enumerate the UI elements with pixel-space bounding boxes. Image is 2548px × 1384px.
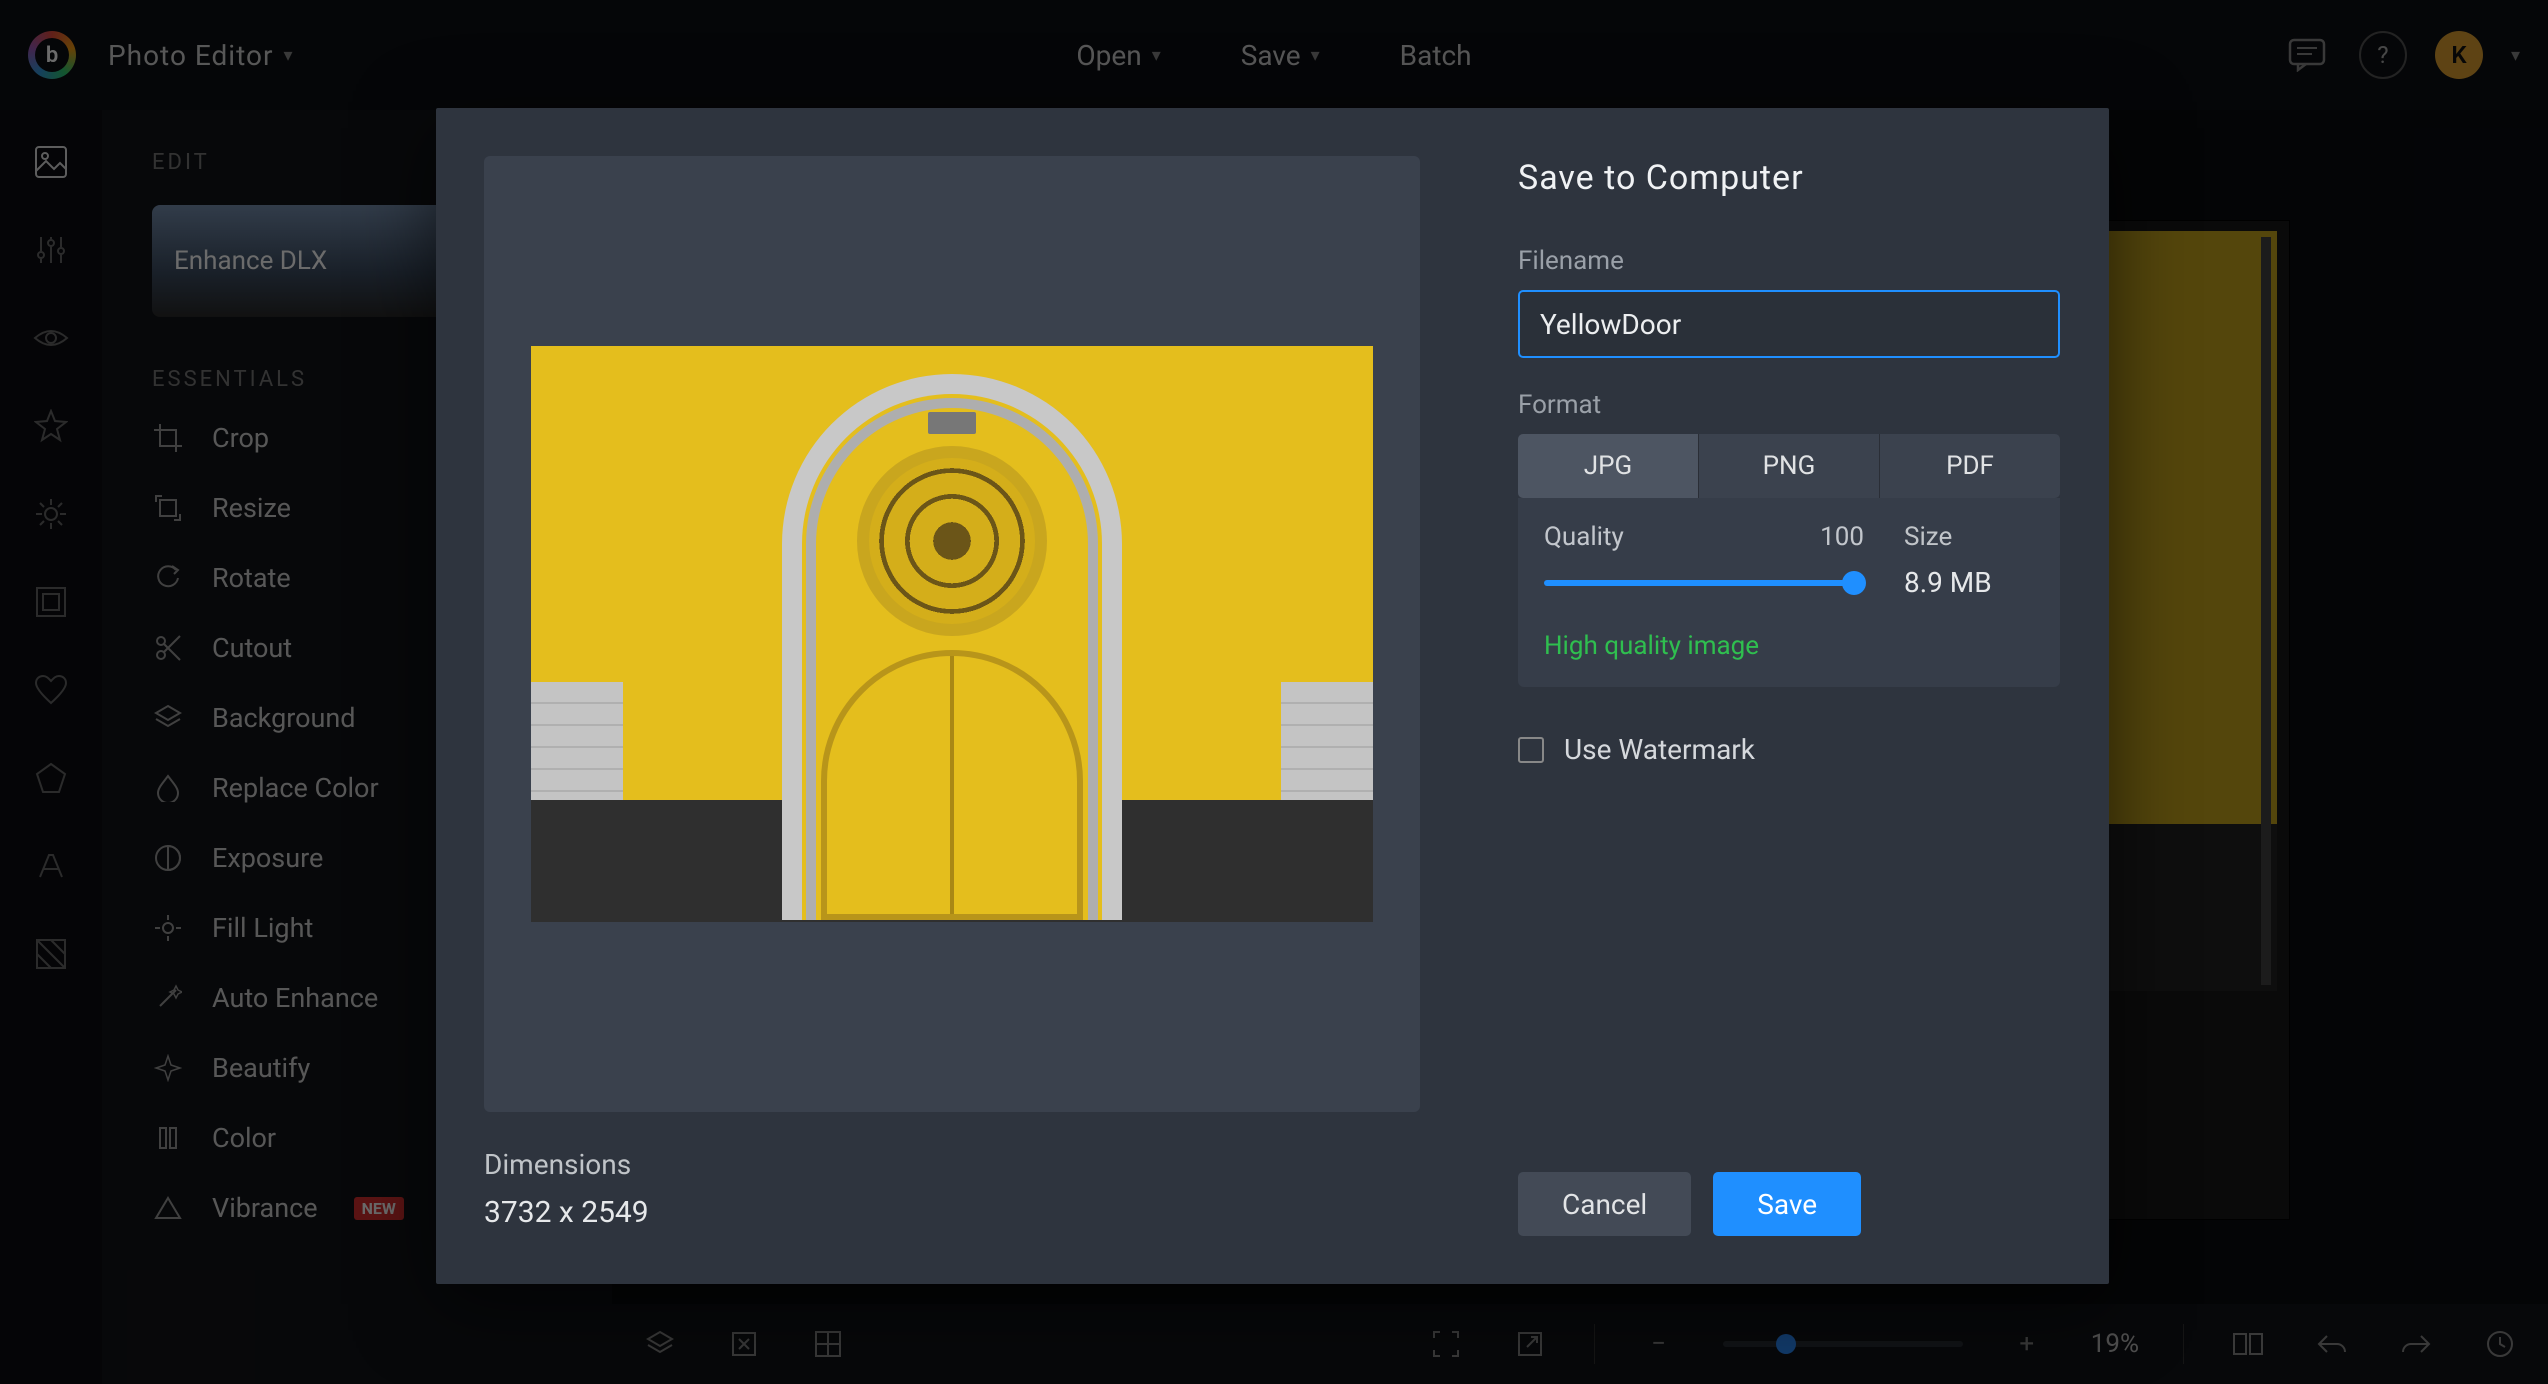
cancel-button[interactable]: Cancel <box>1518 1172 1691 1236</box>
quality-box: Quality 100 Size 8.9 MB High quality ima… <box>1518 498 2060 687</box>
format-segmented: JPG PNG PDF <box>1518 434 2060 498</box>
modal-title: Save to Computer <box>1518 158 2060 198</box>
size-value: 8.9 MB <box>1904 566 2034 599</box>
seg-label: JPG <box>1584 451 1632 481</box>
format-jpg[interactable]: JPG <box>1518 434 1699 498</box>
format-label: Format <box>1518 390 2060 420</box>
quality-label: Quality <box>1544 522 1624 552</box>
modal-footer: Cancel Save <box>1518 1172 2060 1236</box>
save-modal: Dimensions 3732 x 2549 Save to Computer … <box>436 108 2109 1284</box>
filename-input[interactable] <box>1518 290 2060 358</box>
format-png[interactable]: PNG <box>1699 434 1880 498</box>
quality-value: 100 <box>1820 522 1864 552</box>
save-button[interactable]: Save <box>1713 1172 1861 1236</box>
seg-label: PDF <box>1946 451 1994 481</box>
watermark-checkbox[interactable] <box>1518 737 1544 763</box>
preview-container <box>484 156 1420 1112</box>
seg-label: PNG <box>1763 451 1816 481</box>
quality-slider[interactable] <box>1544 580 1864 586</box>
modal-preview-pane: Dimensions 3732 x 2549 <box>436 108 1468 1284</box>
preview-image <box>531 346 1373 922</box>
quality-message: High quality image <box>1544 631 2034 661</box>
cancel-label: Cancel <box>1562 1188 1647 1221</box>
dimensions-label: Dimensions <box>484 1148 1420 1181</box>
size-label: Size <box>1904 522 2034 552</box>
modal-form-pane: Save to Computer Filename Format JPG PNG… <box>1468 108 2110 1284</box>
format-pdf[interactable]: PDF <box>1880 434 2060 498</box>
dimensions-value: 3732 x 2549 <box>484 1195 1420 1230</box>
filename-label: Filename <box>1518 246 2060 276</box>
watermark-row[interactable]: Use Watermark <box>1518 733 2060 766</box>
save-btn-label: Save <box>1757 1188 1817 1221</box>
watermark-label: Use Watermark <box>1564 733 1755 766</box>
